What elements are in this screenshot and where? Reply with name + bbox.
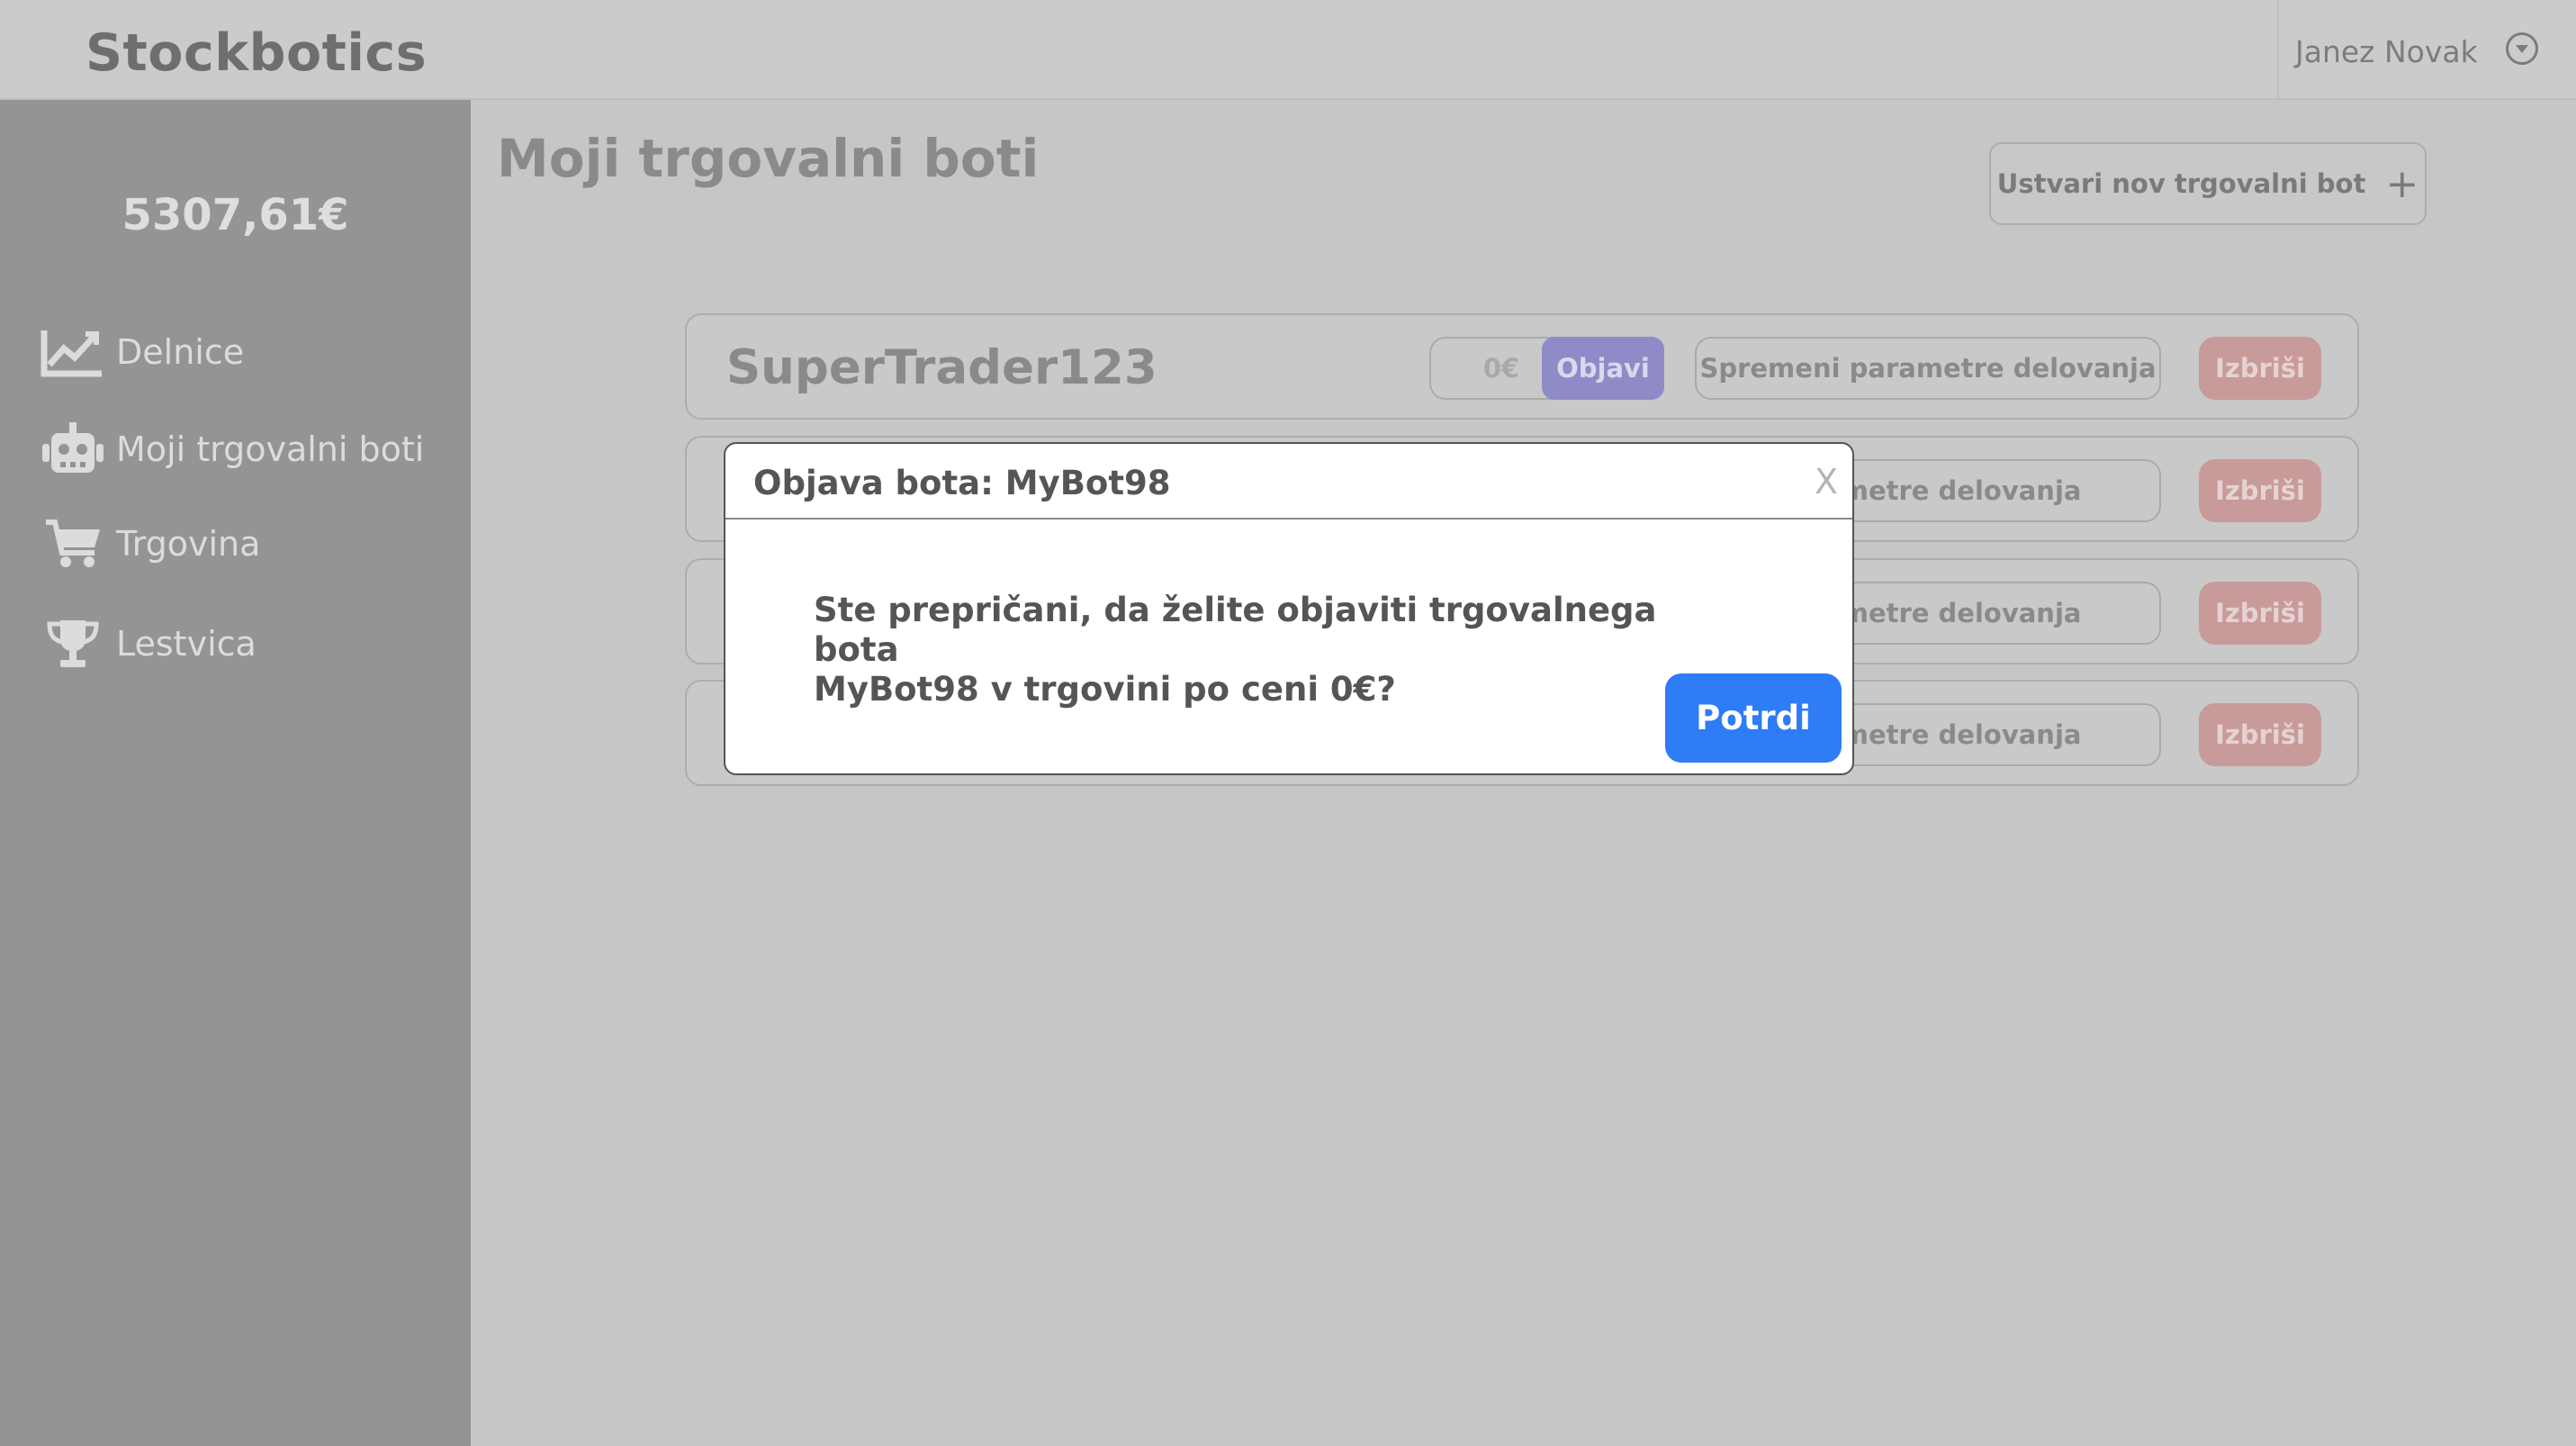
delete-button[interactable]: Izbriši <box>2199 459 2321 522</box>
sidebar-item-moji-trgovalni-boti[interactable]: Moji trgovalni boti <box>41 420 455 478</box>
chevron-down-icon[interactable] <box>2506 32 2538 65</box>
chart-line-icon <box>41 330 102 377</box>
sidebar-item-label: Trgovina <box>116 524 261 564</box>
cart-icon <box>46 520 100 567</box>
top-header: Stockbotics Janez Novak <box>0 0 2576 100</box>
bot-row: SuperTrader123 0€ Objavi Spremeni parame… <box>685 313 2359 420</box>
sidebar-item-label: Delnice <box>116 332 245 372</box>
robot-icon <box>42 422 104 473</box>
delete-button[interactable]: Izbriši <box>2199 337 2321 400</box>
sidebar-item-lestvica[interactable]: Lestvica <box>41 615 455 673</box>
dialog-message-line: Ste prepričani, da želite objaviti trgov… <box>814 591 1657 669</box>
account-balance: 5307,61€ <box>122 190 349 240</box>
sidebar: 5307,61€ Delnice Moji trgovalni boti Trg… <box>0 100 471 1446</box>
dialog-title: Objava bota: MyBot98 <box>753 464 1171 502</box>
edit-params-button[interactable]: Spremeni parametre delovanja <box>1695 337 2161 400</box>
delete-button[interactable]: Izbriši <box>2199 582 2321 645</box>
close-icon[interactable]: X <box>1815 462 1838 502</box>
dialog-message-line: MyBot98 v trgovini po ceni 0€? <box>814 670 1396 709</box>
page-title: Moji trgovalni boti <box>497 128 1040 189</box>
user-name[interactable]: Janez Novak <box>2295 34 2478 69</box>
publish-button[interactable]: Objavi <box>1542 337 1664 400</box>
bot-name: SuperTrader123 <box>726 340 1157 395</box>
publish-bot-dialog: Objava bota: MyBot98 X Ste prepričani, d… <box>724 442 1854 775</box>
sidebar-item-delnice[interactable]: Delnice <box>41 323 455 381</box>
sidebar-item-trgovina[interactable]: Trgovina <box>41 515 455 573</box>
sidebar-item-label: Moji trgovalni boti <box>116 429 425 469</box>
plus-icon: + <box>2385 160 2419 207</box>
dialog-header: Objava bota: MyBot98 X <box>725 444 1852 520</box>
trophy-icon <box>47 620 99 667</box>
app-logo[interactable]: Stockbotics <box>86 23 427 83</box>
delete-button[interactable]: Izbriši <box>2199 703 2321 766</box>
create-bot-button[interactable]: Ustvari nov trgovalni bot + <box>1989 142 2427 225</box>
user-menu[interactable]: Janez Novak <box>2277 0 2576 100</box>
confirm-button[interactable]: Potrdi <box>1665 673 1842 763</box>
create-bot-label: Ustvari nov trgovalni bot <box>1996 168 2366 199</box>
sidebar-item-label: Lestvica <box>116 624 257 664</box>
dialog-message: Ste prepričani, da želite objaviti trgov… <box>814 591 1714 709</box>
